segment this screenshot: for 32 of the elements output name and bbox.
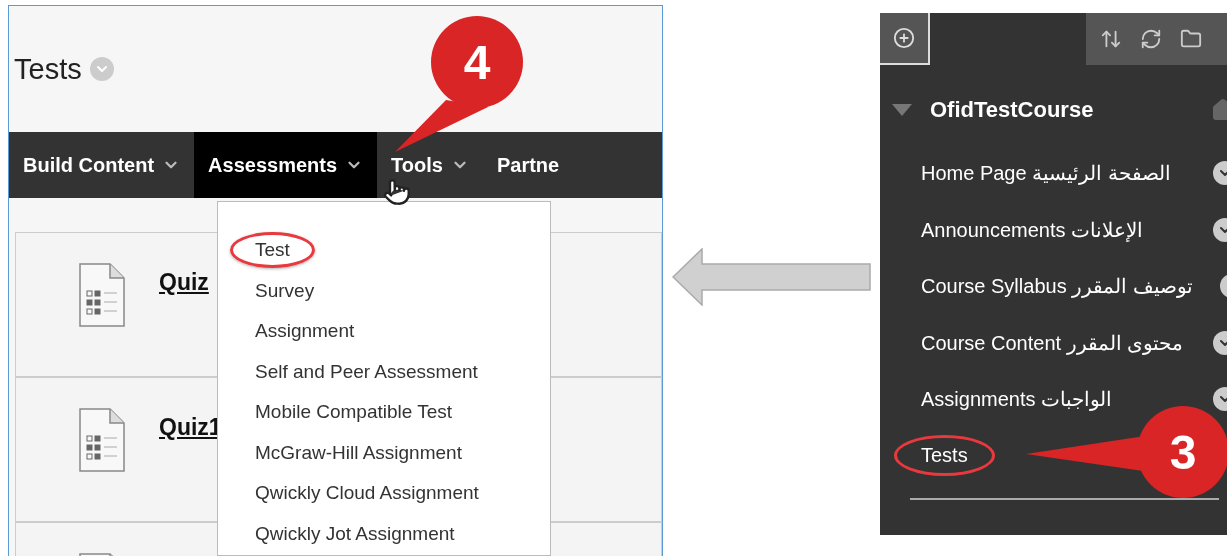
folder-icon[interactable] — [1180, 28, 1202, 50]
menu-item[interactable]: Qwickly Jot Assignment — [230, 515, 480, 552]
add-icon — [893, 27, 915, 49]
nav-tab[interactable]: Build Content — [9, 132, 195, 198]
step-number: 4 — [463, 36, 491, 89]
nav-tab[interactable]: Tools — [377, 132, 483, 198]
step-number: 3 — [1169, 426, 1197, 479]
collapse-triangle-icon[interactable] — [892, 104, 912, 116]
course-menu-item[interactable]: Home Page الصفحة الرئيسية — [894, 152, 1198, 195]
left-arrow-icon — [671, 248, 872, 306]
menu-item[interactable]: McGraw-Hill Assignment — [230, 434, 487, 471]
course-menu-item[interactable]: Course Syllabus توصيف المقرر — [894, 265, 1220, 308]
refresh-icon[interactable] — [1140, 28, 1162, 50]
menu-item[interactable]: Qwickly Cloud Assignment — [230, 475, 504, 512]
item-title[interactable]: Quiz — [159, 269, 209, 296]
nav-tab[interactable]: Partne — [482, 132, 574, 198]
menu-item[interactable]: Assignment — [230, 313, 380, 350]
course-menu-item[interactable]: Announcements الإعلانات — [894, 208, 1171, 251]
menu-item[interactable]: Self and Peer Assessment — [230, 353, 503, 390]
menu-item[interactable]: Mobile Compatible Test — [230, 394, 478, 431]
page-title: Tests — [14, 52, 82, 86]
course-menu-item[interactable]: Tests — [894, 435, 995, 477]
course-menu-item[interactable]: Assignments الواجبات — [894, 378, 1140, 421]
menu-item[interactable]: Test — [230, 232, 315, 269]
menu-item[interactable]: Survey — [230, 272, 340, 309]
course-menu-item[interactable]: Course Content محتوى المقرر — [894, 321, 1211, 364]
sort-icon[interactable] — [1100, 28, 1122, 50]
document-icon — [79, 408, 125, 472]
add-button[interactable] — [880, 13, 930, 65]
document-icon — [79, 263, 125, 327]
course-title[interactable]: OfidTestCourse — [930, 97, 1211, 123]
nav-tab[interactable]: Assessments — [194, 132, 378, 198]
